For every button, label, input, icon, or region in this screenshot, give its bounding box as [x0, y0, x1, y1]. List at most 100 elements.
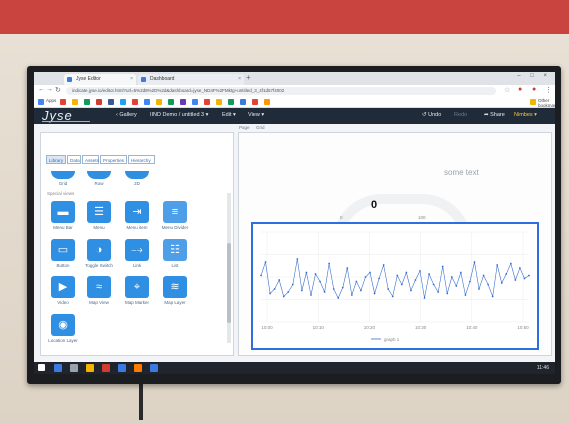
- menu-tile[interactable]: ☰: [87, 201, 111, 223]
- list-tile[interactable]: ☷: [163, 239, 187, 261]
- data-point: [360, 289, 362, 292]
- browser-tab-bar: Jyse Editor × Dashboard × + – □ ×: [34, 72, 555, 85]
- menu-divider-tile[interactable]: ≡: [163, 201, 187, 223]
- bookmark-icon[interactable]: [84, 99, 91, 105]
- link-tile[interactable]: ⤍: [125, 239, 149, 261]
- scrollbar-thumb[interactable]: [227, 243, 231, 323]
- bookmark-icon[interactable]: [168, 99, 175, 105]
- taskbar-app-icon[interactable]: [102, 364, 110, 372]
- data-point: [337, 297, 340, 299]
- forward-arrow-icon[interactable]: →: [46, 86, 53, 93]
- view-menu[interactable]: View ▾: [248, 112, 264, 118]
- x-tick-label: 10:30: [415, 325, 427, 330]
- close-tab-icon[interactable]: ×: [238, 74, 241, 85]
- gallery-link[interactable]: ‹ Gallery: [116, 112, 137, 118]
- layout-tile-partial[interactable]: [125, 171, 149, 179]
- share-button[interactable]: ➦ Share: [484, 112, 505, 118]
- data-point: [405, 271, 408, 274]
- data-point: [432, 283, 435, 286]
- library-tab-library[interactable]: Library: [46, 155, 66, 164]
- data-point: [391, 295, 394, 298]
- bookmark-icon[interactable]: [156, 99, 163, 105]
- video-tile[interactable]: ▶: [51, 276, 75, 298]
- location-layer-tile[interactable]: ◉: [51, 314, 75, 336]
- layout-tile-partial[interactable]: [87, 171, 111, 179]
- toggle-switch-tile[interactable]: ◑: [87, 239, 111, 261]
- tile-label: Map Layer: [164, 300, 186, 305]
- close-tab-icon[interactable]: ×: [130, 74, 133, 85]
- new-tab-button[interactable]: +: [246, 73, 251, 82]
- bookmark-icon[interactable]: [72, 99, 79, 105]
- taskbar-app-icon[interactable]: [54, 364, 62, 372]
- user-menu[interactable]: Nimbes ▾: [514, 112, 537, 118]
- bookmark-icon[interactable]: [144, 99, 151, 105]
- undo-button[interactable]: ↺ Undo: [422, 112, 441, 118]
- back-arrow-icon[interactable]: ←: [38, 86, 45, 93]
- grid-mini-tab[interactable]: Grid: [256, 125, 265, 130]
- edit-menu[interactable]: Edit ▾: [222, 112, 236, 118]
- browser-tab-dashboard[interactable]: Dashboard ×: [138, 74, 244, 85]
- bookmark-icon[interactable]: [228, 99, 235, 105]
- bookmark-icon[interactable]: [60, 99, 67, 105]
- bookmark-icon[interactable]: [240, 99, 247, 105]
- bookmark-icon[interactable]: [38, 99, 44, 105]
- bookmark-label[interactable]: Apps: [46, 98, 56, 103]
- bookmark-icon[interactable]: [96, 99, 103, 105]
- taskbar-app-icon[interactable]: [70, 364, 78, 372]
- bookmark-icon[interactable]: [180, 99, 187, 105]
- data-point: [491, 295, 494, 298]
- taskbar-app-icon[interactable]: [118, 364, 126, 372]
- library-tab-data[interactable]: Data: [67, 155, 81, 164]
- bookmark-icon[interactable]: [264, 99, 271, 105]
- map-view-tile[interactable]: ≈: [87, 276, 111, 298]
- line-chart-widget[interactable]: 10:00 10:10 10:20 10:30 10:40 10:50 graph 1: [251, 222, 539, 350]
- window-controls[interactable]: – □ ×: [517, 73, 551, 79]
- taskbar-app-icon[interactable]: [134, 364, 142, 372]
- browser-tab-editor[interactable]: Jyse Editor ×: [64, 74, 136, 85]
- browser-menu-icon[interactable]: ⋮: [545, 86, 552, 94]
- extension-icon[interactable]: ●: [518, 86, 522, 93]
- tile-label: List: [171, 263, 179, 268]
- x-tick-label: 10:20: [364, 325, 376, 330]
- profile-icon[interactable]: ●: [532, 86, 536, 93]
- url-field[interactable]: indicate.jyse.io/editor.html?url=5%2d8%2…: [66, 87, 496, 95]
- windows-start-icon[interactable]: [38, 364, 45, 371]
- taskbar-app-icon[interactable]: [150, 364, 158, 372]
- bookmark-icon[interactable]: [530, 99, 536, 105]
- page-mini-tab[interactable]: Page: [239, 125, 250, 130]
- bookmark-icon[interactable]: [120, 99, 127, 105]
- x-tick-label: 10:00: [261, 325, 273, 330]
- data-point: [419, 270, 421, 272]
- button-tile[interactable]: ▭: [51, 239, 75, 261]
- data-point: [523, 277, 526, 280]
- some-text-label[interactable]: some text: [444, 168, 479, 177]
- bookmark-icon[interactable]: [216, 99, 223, 105]
- library-tab-hierarchy[interactable]: Hierarchy: [128, 155, 155, 164]
- bookmark-icon[interactable]: [108, 99, 115, 105]
- bookmark-label[interactable]: Other bookmarks: [538, 98, 555, 108]
- data-point: [519, 267, 521, 269]
- map-layer-tile[interactable]: ≋: [163, 276, 187, 298]
- data-point: [473, 261, 476, 263]
- map-marker-tile[interactable]: ⌖: [125, 276, 149, 298]
- bookmark-icon[interactable]: [252, 99, 259, 105]
- monitor-screen: Jyse Editor × Dashboard × + – □ × ← → ↻ …: [34, 72, 555, 374]
- data-point: [346, 267, 349, 269]
- layout-tile-partial[interactable]: [51, 171, 75, 179]
- dashboard-name-menu[interactable]: IIND Demo / untitled 3 ▾: [150, 112, 208, 118]
- bookmark-icon[interactable]: [132, 99, 139, 105]
- library-scrollbar[interactable]: [227, 193, 231, 343]
- star-icon[interactable]: ☆: [504, 86, 510, 94]
- tile-label: Button: [56, 263, 70, 268]
- redo-button[interactable]: Redo: [454, 112, 467, 118]
- library-tab-assets[interactable]: Assets: [82, 155, 99, 164]
- library-tab-properties[interactable]: Properties: [100, 155, 127, 164]
- reload-icon[interactable]: ↻: [55, 86, 61, 94]
- bookmark-icon[interactable]: [204, 99, 211, 105]
- menu-bar-tile[interactable]: ▬: [51, 201, 75, 223]
- menu-item-tile[interactable]: ⇥: [125, 201, 149, 223]
- bookmark-icon[interactable]: [192, 99, 199, 105]
- taskbar-app-icon[interactable]: [86, 364, 94, 372]
- map-view-icon: ≈: [95, 281, 103, 293]
- library-panel: Library Data Assets Properties Hierarchy Gri…: [40, 132, 234, 356]
